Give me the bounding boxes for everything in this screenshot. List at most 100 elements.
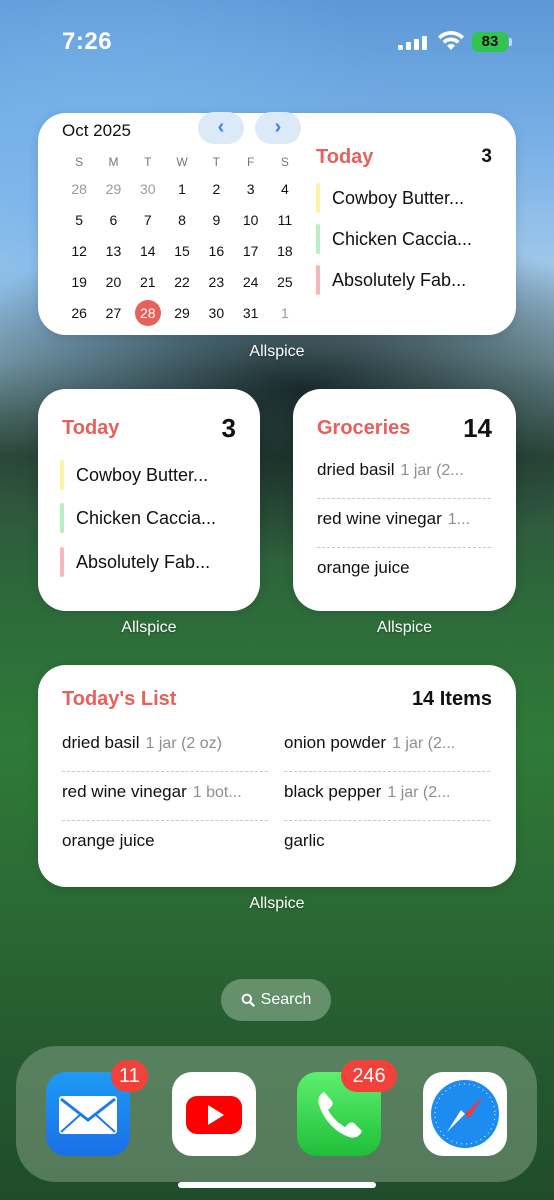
recipe-name: Chicken Caccia... [76,507,217,528]
list-item-quantity: 1 jar (2... [387,784,451,801]
calendar-day[interactable]: 18 [268,243,302,259]
widget-app-label: Allspice [376,619,433,636]
grocery-item[interactable]: orange juice [317,548,491,597]
widget-app-label: Allspice [121,619,177,636]
recipe-color-bar [60,460,64,490]
recipe-color-bar [316,224,320,254]
recipe-name: Cowboy Butter... [76,464,209,485]
calendar-day[interactable]: 27 [96,305,130,321]
calendar-day[interactable]: 7 [131,212,165,228]
list-item[interactable]: onion powder 1 jar (2... [284,723,490,772]
calendar-day[interactable]: 17 [233,243,267,259]
list-item[interactable]: orange juice [62,821,268,870]
weekday-label: M [108,155,119,169]
calendar-day[interactable]: 9 [199,212,233,228]
list-item[interactable]: red wine vinegar 1 bot... [62,772,268,821]
list-item[interactable]: garlic [284,821,490,870]
calendar-day[interactable]: 15 [165,243,199,259]
chevron-right-icon: › [274,116,282,138]
calendar-day[interactable]: 1 [268,305,302,321]
recipe-item[interactable]: Cowboy Butter... [316,183,464,213]
calendar-day[interactable]: 11 [268,212,302,228]
calendar-day[interactable]: 8 [165,212,199,228]
calendar-day[interactable]: 14 [131,243,165,259]
calendar-month: Oct 2025 [62,121,131,140]
wifi-icon [438,30,464,50]
calendar-day[interactable]: 29 [96,181,130,197]
grocery-item-name: red wine vinegar [317,509,442,528]
calendar-widget[interactable]: Oct 2025 ‹ › S M T W T F S 28 29 30 1 2 … [38,112,516,335]
search-icon [241,993,255,1007]
mail-badge: 11 [111,1060,148,1092]
recipe-item[interactable]: Cowboy Butter... [60,460,208,490]
safari-app-icon[interactable] [423,1072,507,1156]
calendar-day[interactable]: 16 [199,243,233,259]
groceries-widget[interactable]: Groceries 14 dried basil 1 jar (2... red … [293,389,516,611]
calendar-day[interactable]: 25 [268,274,302,290]
calendar-day[interactable]: 1 [165,181,199,197]
groceries-widget-title: Groceries [317,417,411,439]
calendar-day[interactable]: 6 [96,212,130,228]
recipe-item[interactable]: Chicken Caccia... [316,224,472,254]
calendar-day[interactable]: 28 [62,181,96,197]
grocery-item-quantity: 1 jar (2... [400,462,464,479]
calendar-day[interactable]: 10 [233,212,267,228]
calendar-week: 28 29 30 1 2 3 4 [62,173,302,204]
recipe-name: Absolutely Fab... [76,551,211,572]
recipe-color-bar [60,547,64,577]
calendar-day[interactable]: 30 [199,305,233,321]
calendar-day[interactable]: 29 [165,305,199,321]
list-item-name: red wine vinegar [62,782,187,801]
list-item-name: garlic [284,831,325,850]
calendar-day[interactable]: 19 [62,274,96,290]
youtube-icon [186,1096,242,1134]
today-widget[interactable]: Today 3 Cowboy Butter... Chicken Caccia.… [38,389,260,611]
recipe-name: Absolutely Fab... [332,269,467,290]
prev-month-button[interactable]: ‹ [198,112,244,144]
calendar-day[interactable]: 23 [199,274,233,290]
calendar-day[interactable]: 3 [233,181,267,197]
next-month-button[interactable]: › [255,112,301,144]
phone-badge: 246 [341,1060,397,1092]
list-item-name: onion powder [284,733,387,752]
recipe-item[interactable]: Absolutely Fab... [316,265,466,295]
calendar-day[interactable]: 2 [199,181,233,197]
list-item-quantity: 1 bot... [192,784,242,801]
calendar-day[interactable]: 31 [233,305,267,321]
calendar-day[interactable]: 30 [131,181,165,197]
calendar-day[interactable]: 21 [131,274,165,290]
calendar-day[interactable]: 20 [96,274,130,290]
home-indicator[interactable] [178,1182,376,1188]
list-item[interactable]: black pepper 1 jar (2... [284,772,490,821]
grocery-item-name: dried basil [317,460,395,479]
weekday-label: S [280,155,289,169]
status-bar: 7:26 83 [0,0,554,80]
calendar-week: 26 27 28 29 30 31 1 [62,297,302,328]
list-item[interactable]: dried basil 1 jar (2 oz) [62,723,268,772]
calendar-day[interactable]: 13 [96,243,130,259]
calendar-day[interactable]: 24 [233,274,267,290]
cellular-signal-icon [398,34,430,50]
calendar-day[interactable]: 5 [62,212,96,228]
calendar-day[interactable]: 4 [268,181,302,197]
recipe-item[interactable]: Absolutely Fab... [60,547,210,577]
calendar-day[interactable]: 26 [62,305,96,321]
grocery-item-quantity: 1... [447,511,470,528]
home-search-button[interactable]: Search [221,979,331,1021]
grocery-item[interactable]: red wine vinegar 1... [317,499,491,548]
calendar-day[interactable]: 12 [62,243,96,259]
calendar-week: 12 13 14 15 16 17 18 [62,235,302,266]
weekday-label: W [176,155,188,169]
todays-list-widget[interactable]: Today's List 14 Items dried basil 1 jar (… [38,665,516,887]
calendar-day-selected[interactable]: 28 [131,299,165,326]
calendar-day[interactable]: 22 [165,274,199,290]
recipe-color-bar [316,183,320,213]
weekday-label: S [75,155,84,169]
grocery-item[interactable]: dried basil 1 jar (2... [317,450,491,499]
list-item-quantity: 1 jar (2... [392,735,456,752]
calendar-week: 19 20 21 22 23 24 25 [62,266,302,297]
recipe-item[interactable]: Chicken Caccia... [60,503,216,533]
list-item-name: black pepper [284,782,382,801]
list-item-name: dried basil [62,733,140,752]
youtube-app-icon[interactable] [172,1072,256,1156]
